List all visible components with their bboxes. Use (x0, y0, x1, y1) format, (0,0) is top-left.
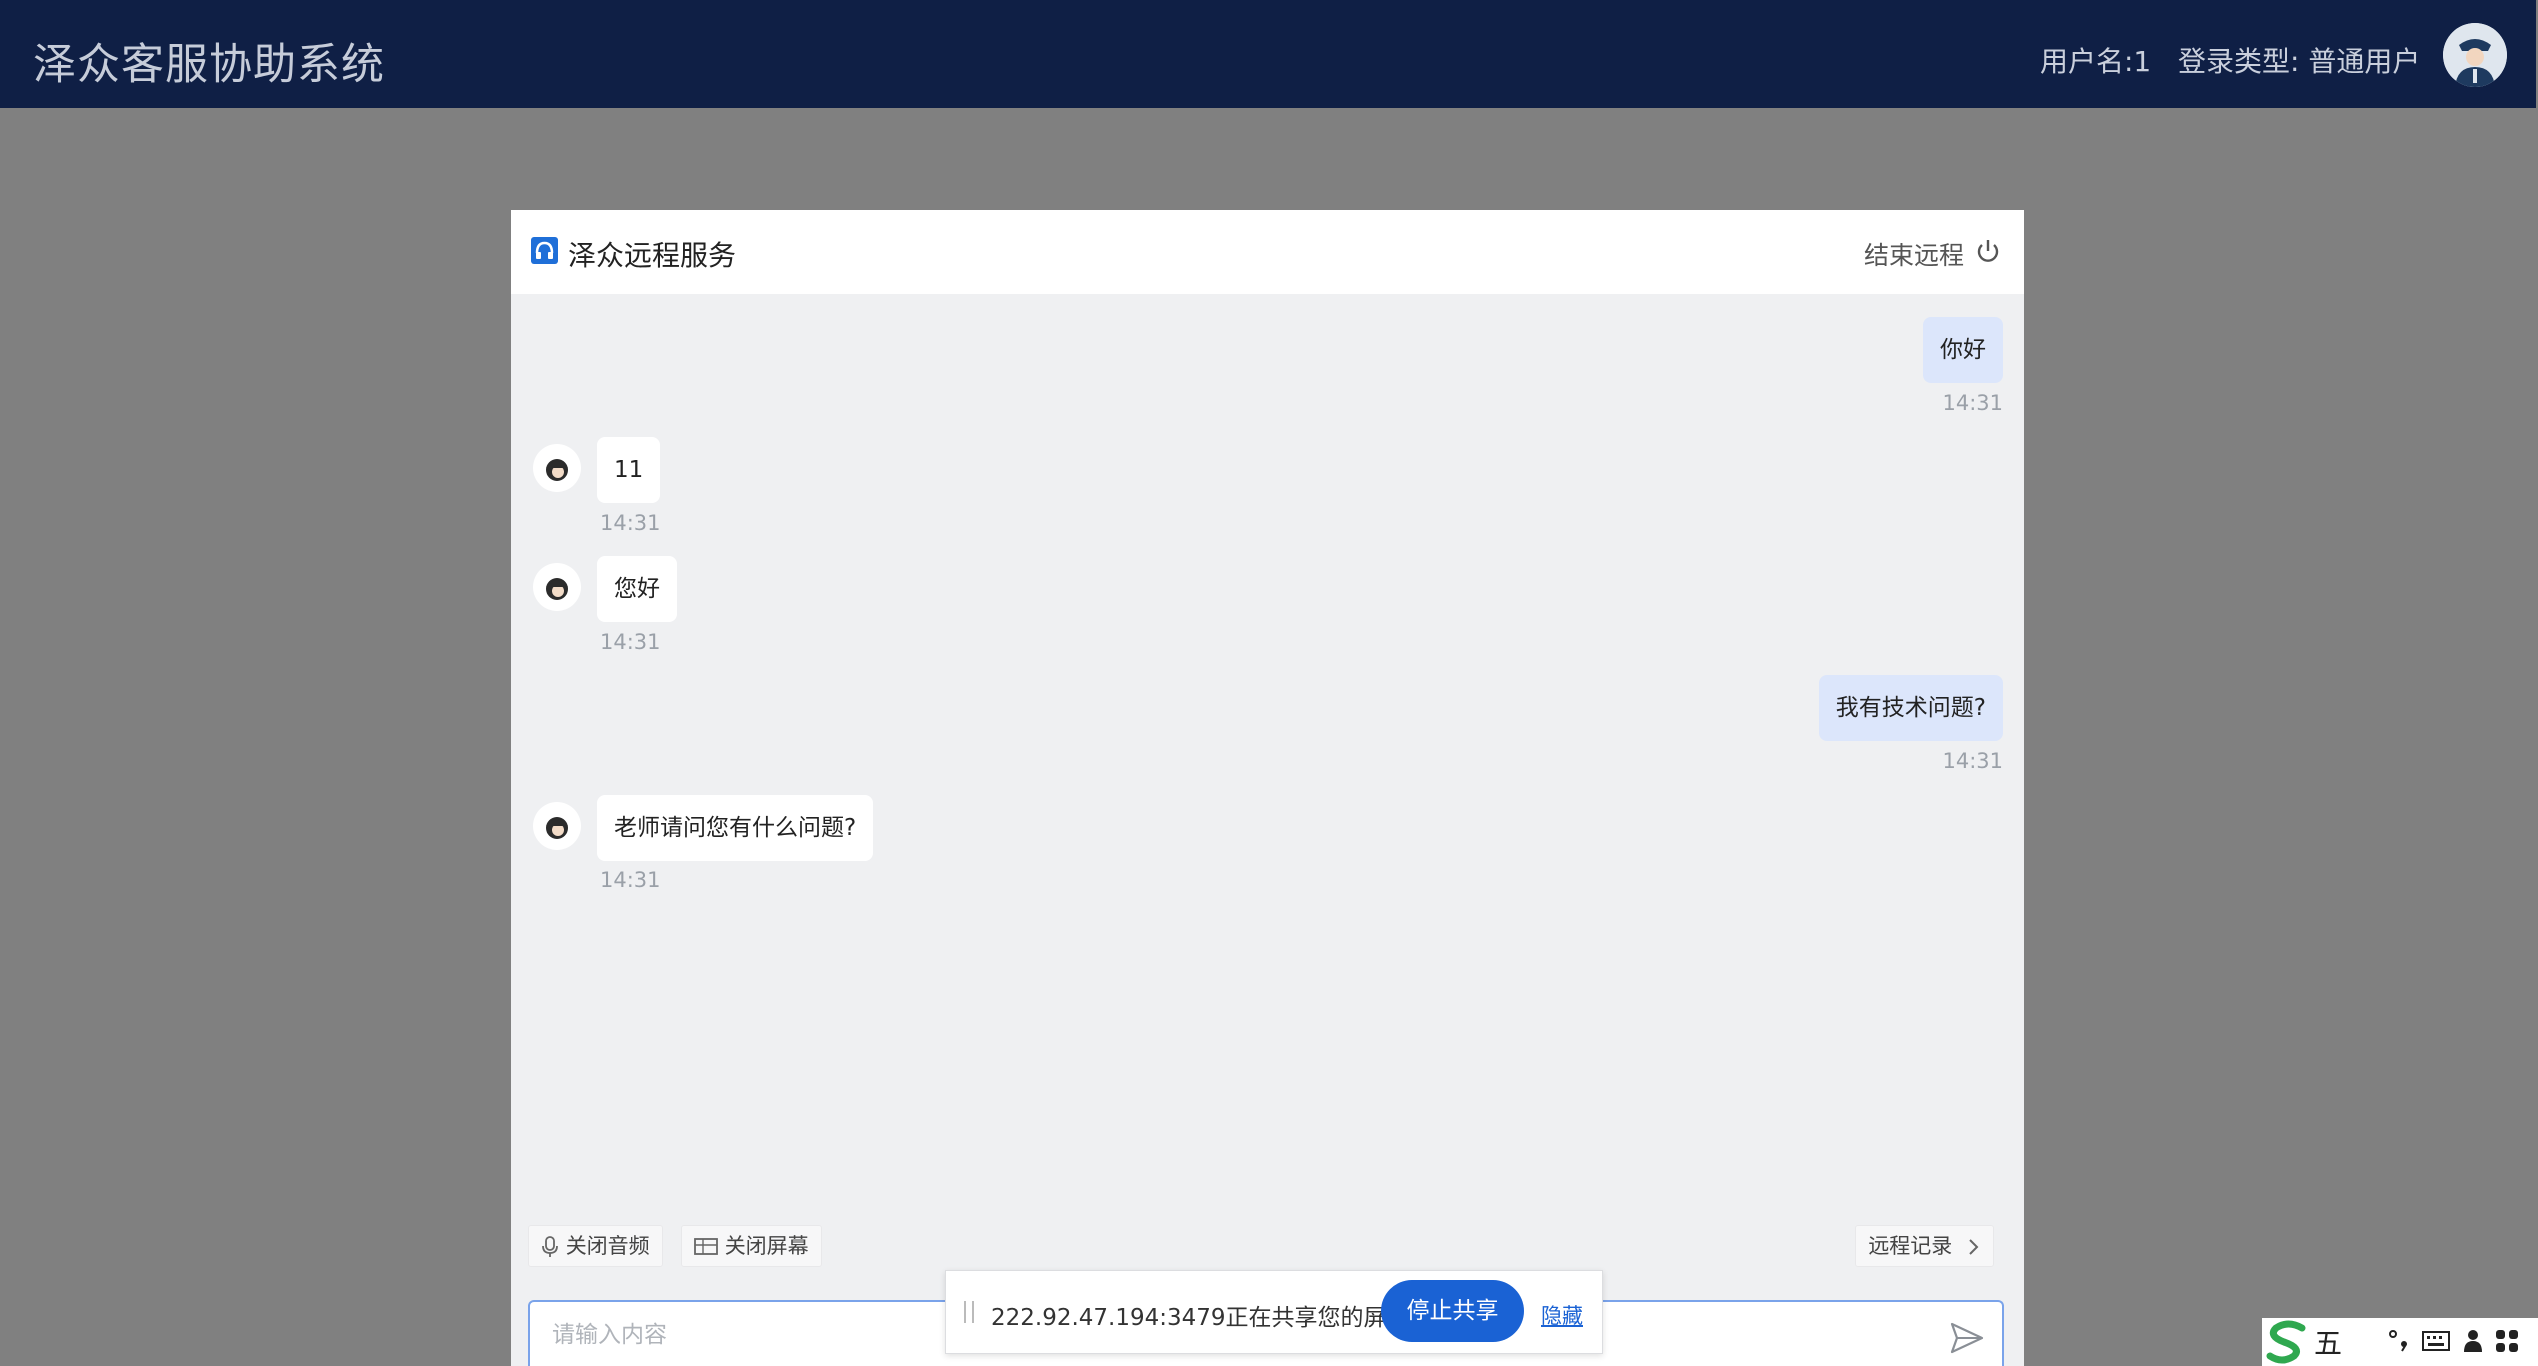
remote-records-label: 远程记录 (1868, 1234, 1953, 1258)
toolbox-icon[interactable] (2494, 1328, 2520, 1354)
screen-share-bar: 222.92.47.194:3479正在共享您的屏幕。 停止共享 隐藏 (945, 1270, 1603, 1354)
dialog-header: 泽众远程服务 结束远程 (511, 210, 2024, 294)
power-icon[interactable] (1974, 237, 2002, 265)
agent-avatar-icon (533, 802, 581, 850)
agent-avatar-icon (533, 444, 581, 492)
sogou-logo-icon (2266, 1320, 2306, 1364)
headset-icon (531, 237, 558, 264)
end-remote-button[interactable]: 结束远程 (1864, 236, 1964, 272)
user-avatar[interactable] (2443, 23, 2507, 87)
top-navbar: 泽众客服协助系统 用户名:1 登录类型: 普通用户 (0, 0, 2536, 108)
dialog-title: 泽众远程服务 (568, 239, 737, 272)
punctuation-icon[interactable] (2388, 1328, 2412, 1352)
keyboard-icon[interactable] (2422, 1330, 2450, 1352)
screen-icon (694, 1238, 718, 1255)
message-bubble-agent: 老师请问您有什么问题? (597, 795, 874, 861)
message-bubble-me: 你好 (1923, 317, 2003, 383)
message-bubble-agent: 您好 (597, 556, 677, 622)
close-screen-button[interactable]: 关闭屏幕 (681, 1225, 822, 1267)
microphone-icon (542, 1236, 558, 1257)
share-status-text: 222.92.47.194:3479正在共享您的屏幕。 (991, 1305, 1433, 1331)
user-avatar-icon (2443, 23, 2507, 87)
message-bubble-agent: 11 (597, 437, 661, 503)
username-label: 用户名:1 (2040, 45, 2152, 78)
agent-avatar-icon (533, 563, 581, 611)
app-title: 泽众客服协助系统 (33, 40, 385, 90)
close-audio-label: 关闭音频 (565, 1234, 650, 1258)
remote-service-dialog: 泽众远程服务 结束远程 你好 14:31 11 14:31 您好 14:31 我… (511, 210, 2024, 1366)
message-time: 14:31 (600, 511, 661, 535)
message-time: 14:31 (600, 630, 661, 654)
remote-records-button[interactable]: 远程记录 (1855, 1225, 1994, 1267)
message-time: 14:31 (1942, 391, 2003, 415)
close-screen-label: 关闭屏幕 (724, 1234, 809, 1258)
ime-mode[interactable]: 五 (2314, 1322, 2342, 1362)
half-width-moon-icon[interactable] (2354, 1330, 2380, 1356)
stop-sharing-button[interactable]: 停止共享 (1381, 1280, 1524, 1342)
hide-link[interactable]: 隐藏 (1541, 1300, 1583, 1330)
message-time: 14:31 (1942, 749, 2003, 773)
drag-handle[interactable] (964, 1301, 974, 1323)
message-time: 14:31 (600, 868, 661, 892)
close-audio-button[interactable]: 关闭音频 (528, 1225, 663, 1267)
ime-status-bar[interactable]: 五 (2262, 1318, 2538, 1366)
message-bubble-me: 我有技术问题? (1818, 675, 2003, 741)
send-icon[interactable] (1950, 1322, 1984, 1354)
chevron-right-icon (1969, 1239, 1979, 1255)
user-center-icon[interactable] (2462, 1328, 2484, 1354)
login-type-label: 登录类型: 普通用户 (2178, 45, 2421, 78)
